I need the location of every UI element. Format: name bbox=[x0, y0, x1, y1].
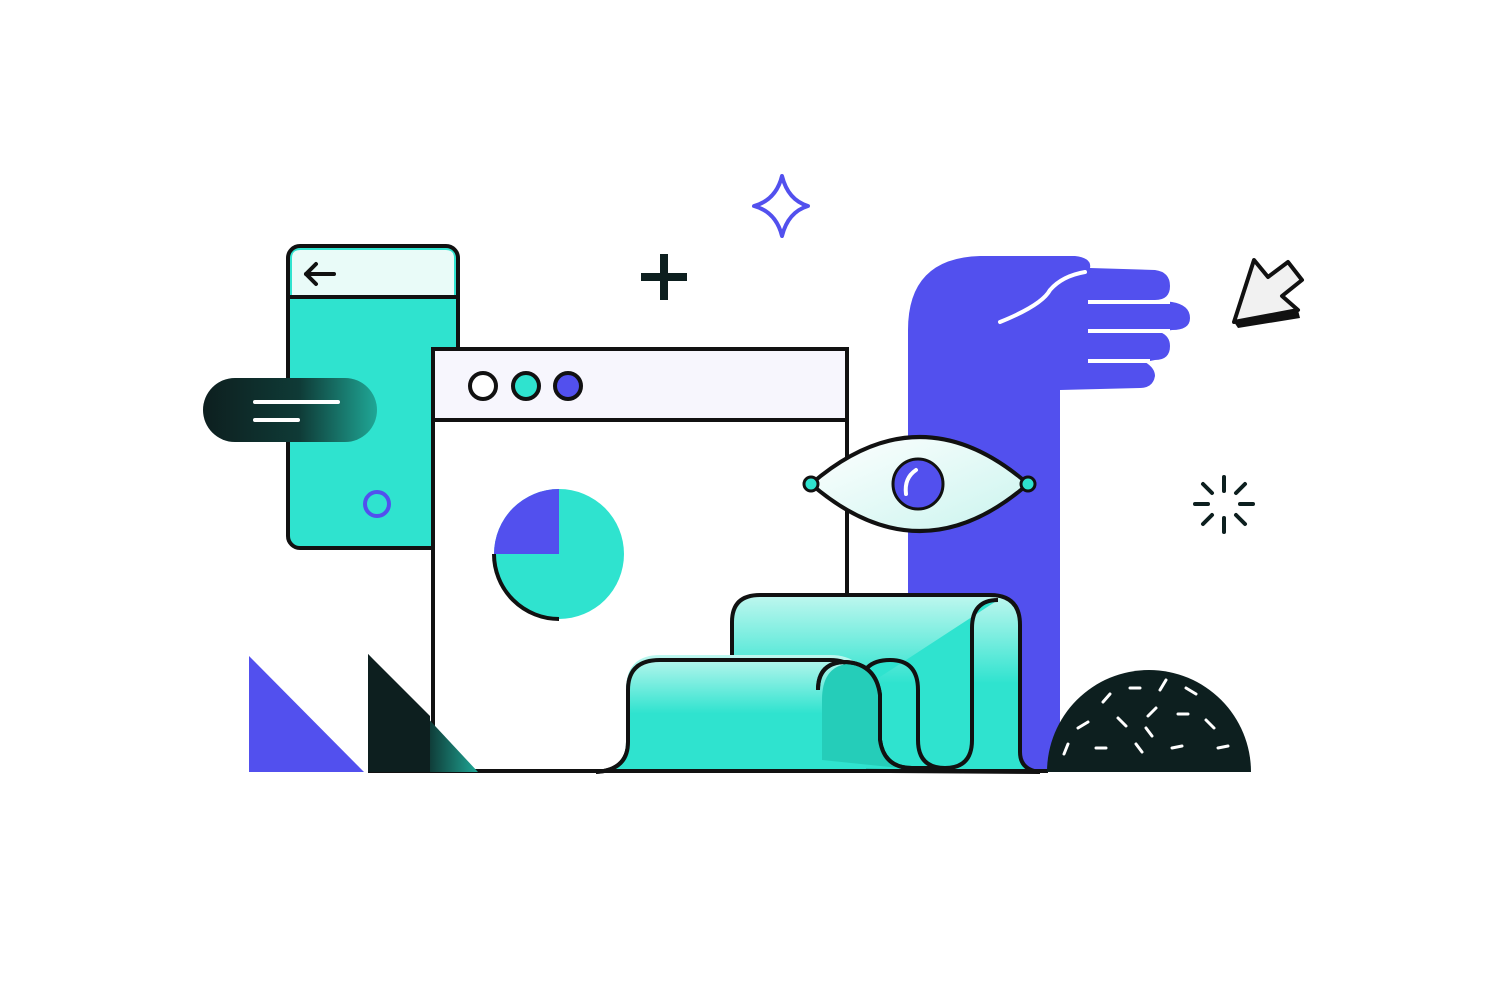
window-dot-teal bbox=[511, 371, 541, 401]
burst-icon bbox=[1193, 475, 1255, 534]
illustration-canvas bbox=[203, 174, 1304, 774]
window-dot-purple bbox=[553, 371, 583, 401]
message-pill bbox=[203, 378, 377, 442]
pie-chart bbox=[492, 489, 624, 621]
cursor-arrow-icon bbox=[1232, 258, 1304, 328]
sparkle-icon bbox=[752, 174, 810, 238]
plus-icon bbox=[641, 254, 687, 300]
window-dot-white bbox=[468, 371, 498, 401]
sprinkle-dome bbox=[1047, 670, 1251, 772]
